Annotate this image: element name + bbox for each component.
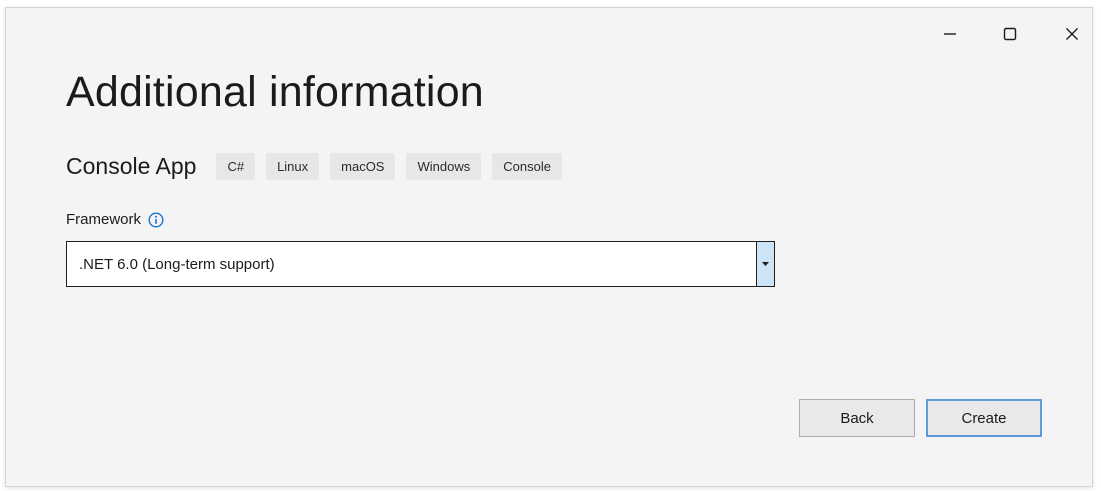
dialog-window: Additional information Console App C# Li… (5, 7, 1093, 487)
framework-selected-value: .NET 6.0 (Long-term support) (79, 255, 275, 273)
minimize-button[interactable] (934, 20, 966, 48)
close-button[interactable] (1056, 20, 1088, 48)
dropdown-arrow[interactable] (756, 242, 774, 286)
project-template-name: Console App (66, 153, 197, 179)
tag-project-type: Console (492, 153, 562, 180)
create-button[interactable]: Create (926, 399, 1042, 437)
chevron-down-icon (762, 262, 769, 266)
minimize-icon (944, 33, 956, 35)
tag-platform-windows: Windows (406, 153, 482, 180)
tag-language: C# (216, 153, 256, 180)
project-summary: Console App C# Linux macOS Windows Conso… (66, 153, 573, 180)
info-icon[interactable] (148, 211, 164, 228)
tag-platform-macos: macOS (330, 153, 396, 180)
back-button[interactable]: Back (799, 399, 915, 437)
page-title: Additional information (66, 68, 484, 116)
maximize-button[interactable] (994, 20, 1026, 48)
maximize-icon (1003, 27, 1017, 41)
framework-dropdown[interactable]: .NET 6.0 (Long-term support) (66, 241, 775, 287)
framework-label-row: Framework (66, 211, 164, 228)
tag-platform-linux: Linux (266, 153, 320, 180)
close-icon (1066, 28, 1078, 40)
framework-label: Framework (66, 211, 142, 228)
